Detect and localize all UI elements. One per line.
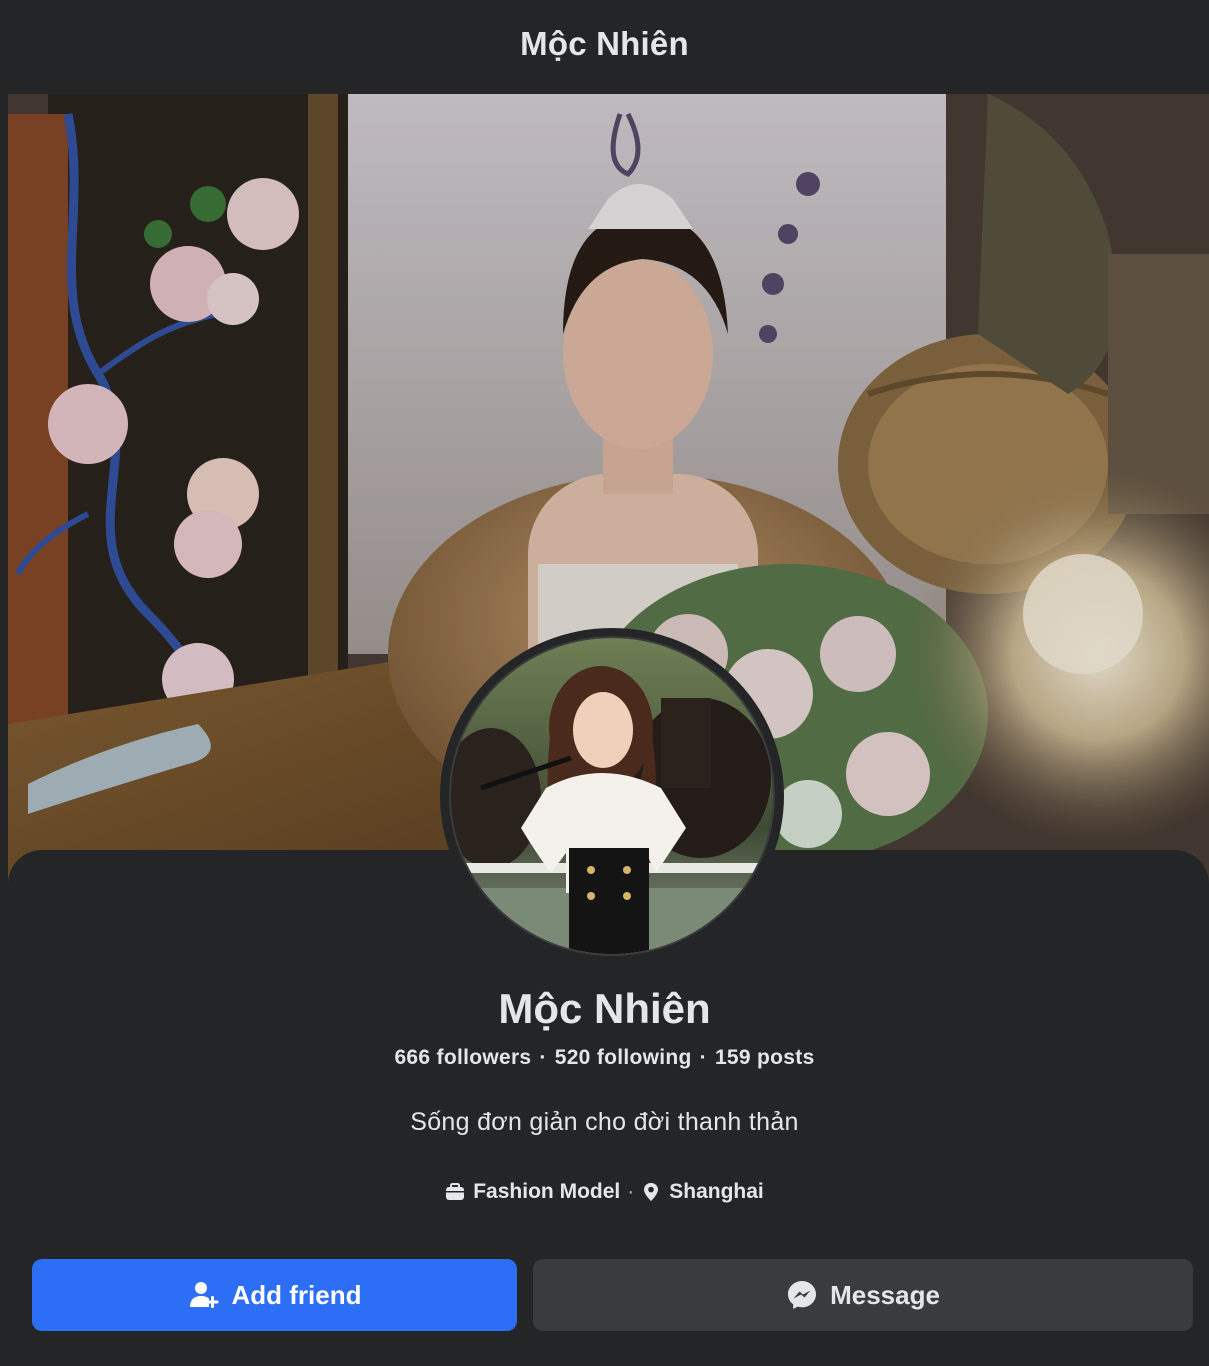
location-pin-icon	[641, 1182, 661, 1202]
stats-separator: ·	[699, 1046, 707, 1069]
followers-count: 666	[394, 1046, 431, 1069]
profile-name: Mộc Nhiên	[498, 985, 711, 1032]
avatar[interactable]	[449, 636, 775, 956]
profile-details: Fashion Model · Shanghai	[0, 1180, 1209, 1204]
add-person-icon	[188, 1279, 220, 1311]
stats-separator: ·	[539, 1046, 547, 1069]
occupation-item: Fashion Model	[445, 1180, 620, 1204]
profile-page: Mộc Nhiên Mộc Nhiên 666 followers · 520 …	[0, 0, 1209, 1366]
location-text: Shanghai	[669, 1180, 764, 1203]
posts-label: posts	[757, 1046, 815, 1069]
followers-stat[interactable]: 666 followers	[394, 1046, 531, 1069]
header-title: Mộc Nhiên	[520, 25, 689, 62]
following-count: 520	[554, 1046, 591, 1069]
posts-count: 159	[714, 1046, 751, 1069]
add-friend-label: Add friend	[231, 1279, 362, 1310]
briefcase-icon	[445, 1182, 465, 1202]
message-button[interactable]: Message	[533, 1259, 1193, 1331]
occupation-text: Fashion Model	[473, 1180, 621, 1203]
profile-stats: 666 followers · 520 following · 159 posts	[0, 1046, 1209, 1070]
profile-bio: Sống đơn giản cho đời thanh thản	[410, 1108, 799, 1136]
followers-label: followers	[436, 1046, 532, 1069]
messenger-icon	[786, 1279, 818, 1311]
details-separator: ·	[627, 1180, 635, 1203]
avatar-ring	[440, 628, 784, 964]
location-item: Shanghai	[641, 1180, 764, 1204]
posts-stat: 159 posts	[715, 1046, 815, 1069]
top-bar: Mộc Nhiên	[0, 0, 1209, 88]
following-label: following	[596, 1046, 692, 1069]
add-friend-button[interactable]: Add friend	[32, 1259, 517, 1331]
following-stat[interactable]: 520 following	[555, 1046, 692, 1069]
message-label: Message	[830, 1279, 940, 1310]
